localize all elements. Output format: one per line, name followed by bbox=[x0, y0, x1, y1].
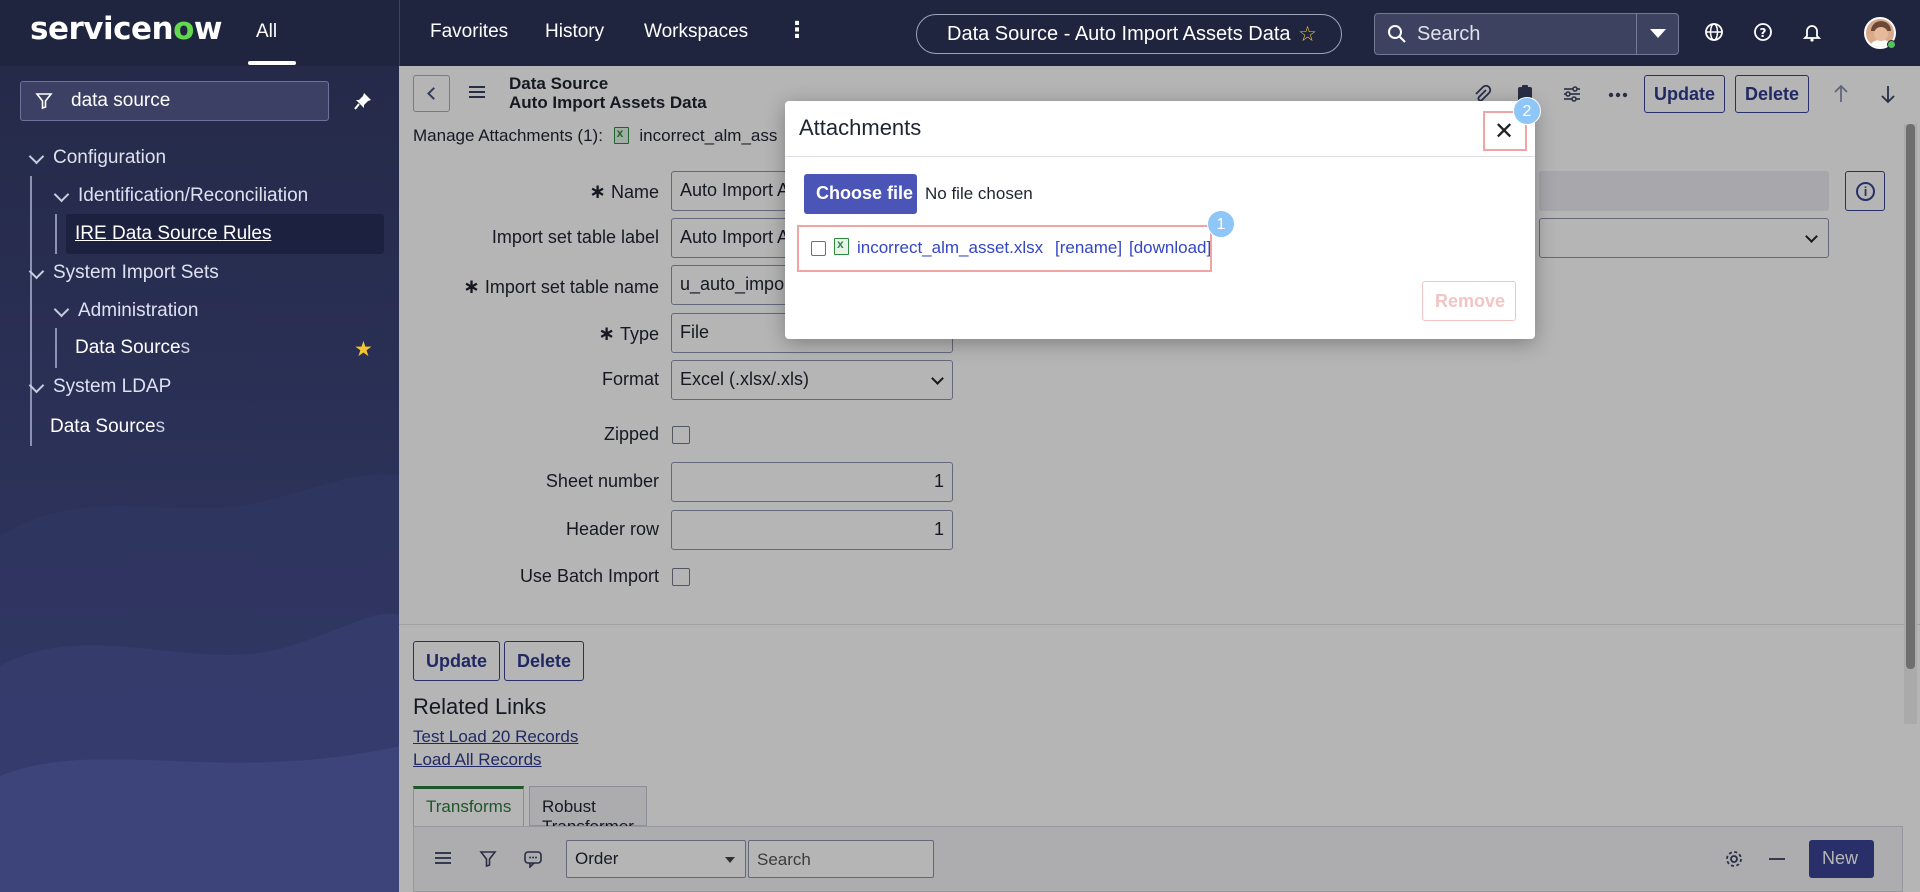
favorite-star-icon[interactable]: ☆ bbox=[1298, 22, 1317, 47]
annotation-badge-1: 1 bbox=[1207, 210, 1235, 238]
pin-icon[interactable] bbox=[354, 92, 372, 110]
nav-tree-line bbox=[30, 176, 32, 301]
svg-text:?: ? bbox=[1760, 26, 1767, 40]
modal-divider bbox=[785, 156, 1535, 157]
filter-icon bbox=[35, 93, 53, 110]
nav-data-sources-ldap[interactable]: Data Sources bbox=[50, 416, 165, 438]
modal-title: Attachments bbox=[799, 115, 922, 140]
more-menu-icon[interactable]: ⋮ bbox=[786, 19, 808, 41]
record-title-pill[interactable]: Data Source - Auto Import Assets Data ☆ bbox=[916, 14, 1342, 54]
navigator-filter-input[interactable] bbox=[71, 90, 311, 112]
presence-indicator bbox=[1887, 40, 1896, 49]
annotation-badge-2: 2 bbox=[1513, 97, 1541, 125]
favorites-menu[interactable]: Favorites bbox=[430, 21, 508, 43]
nav-system-import-sets[interactable]: System Import Sets bbox=[53, 262, 219, 284]
history-menu[interactable]: History bbox=[545, 21, 604, 43]
nav-identification-reconciliation[interactable]: Identification/Reconciliation bbox=[78, 185, 308, 207]
all-menu-tab[interactable]: All bbox=[256, 21, 277, 43]
caret-down-icon bbox=[1650, 29, 1666, 38]
favorite-star-icon[interactable]: ★ bbox=[354, 337, 373, 362]
close-icon[interactable]: ✕ bbox=[1494, 117, 1514, 146]
remove-button[interactable]: Remove bbox=[1422, 281, 1516, 321]
search-placeholder: Search bbox=[1417, 23, 1481, 45]
download-link[interactable]: [download] bbox=[1129, 238, 1211, 258]
record-title-text: Data Source - Auto Import Assets Data bbox=[947, 23, 1291, 45]
notifications-bell-icon[interactable] bbox=[1802, 22, 1822, 42]
attachment-file-name-link[interactable]: incorrect_alm_asset.xlsx bbox=[857, 238, 1043, 258]
excel-file-icon bbox=[834, 237, 849, 255]
nav-administration[interactable]: Administration bbox=[78, 300, 198, 322]
attachment-checkbox[interactable] bbox=[811, 241, 826, 256]
navigator-filter[interactable] bbox=[20, 81, 329, 121]
choose-file-button[interactable]: Choose file bbox=[804, 174, 917, 214]
rename-link[interactable]: [rename] bbox=[1055, 238, 1122, 258]
globe-icon[interactable] bbox=[1704, 22, 1724, 42]
top-bar: servicenow All Favorites History Workspa… bbox=[0, 0, 1920, 66]
workspaces-menu[interactable]: Workspaces bbox=[644, 21, 748, 43]
search-icon bbox=[1388, 25, 1406, 43]
sidebar-background-wave bbox=[0, 473, 399, 892]
attachment-row-highlight: incorrect_alm_asset.xlsx [rename] [downl… bbox=[797, 225, 1212, 272]
nav-tree-line bbox=[55, 214, 57, 254]
nav-ire-data-source-rules[interactable]: IRE Data Source Rules bbox=[75, 223, 271, 245]
attachments-modal: Attachments ✕ 2 Choose file No file chos… bbox=[785, 97, 1541, 339]
nav-tree-line bbox=[30, 406, 32, 446]
no-file-chosen-text: No file chosen bbox=[925, 184, 1033, 203]
global-search[interactable]: Search bbox=[1374, 13, 1679, 55]
nav-system-ldap[interactable]: System LDAP bbox=[53, 376, 171, 398]
help-icon[interactable]: ? bbox=[1753, 22, 1773, 42]
nav-configuration[interactable]: Configuration bbox=[53, 147, 166, 169]
navigator-sidebar: Configuration Identification/Reconciliat… bbox=[0, 66, 399, 892]
nav-data-sources-import[interactable]: Data Sources bbox=[75, 337, 190, 359]
search-scope-dropdown[interactable] bbox=[1636, 14, 1678, 54]
nav-tree-line bbox=[55, 328, 57, 368]
top-bar-divider bbox=[399, 0, 400, 66]
all-tab-underline bbox=[248, 61, 296, 65]
servicenow-logo[interactable]: servicenow bbox=[30, 11, 223, 47]
